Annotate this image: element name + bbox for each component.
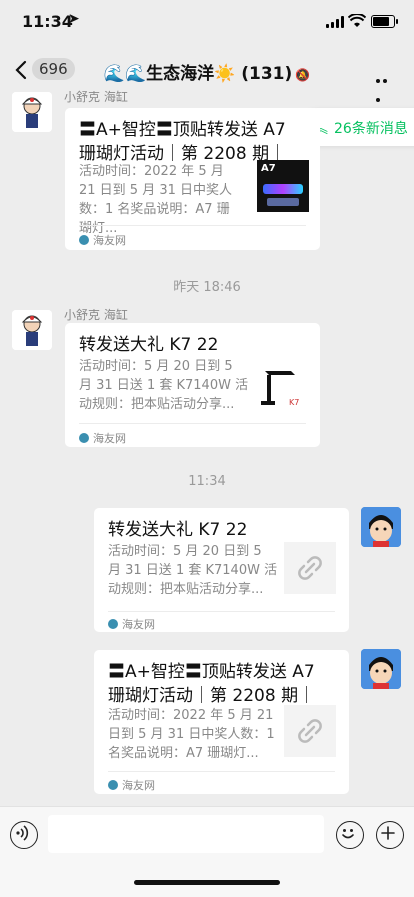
card-source: 海友网	[79, 232, 126, 248]
source-logo-icon	[79, 433, 89, 443]
card-description: 活动时间：5 月 20 日到 5 月 31 日送 1 套 K7140W 活动规则…	[79, 359, 249, 412]
source-logo-icon	[108, 619, 118, 629]
card-source: 海友网	[79, 430, 126, 446]
voice-icon[interactable]	[10, 821, 38, 849]
status-time: 11:34	[22, 12, 73, 31]
location-icon: ➤	[68, 11, 80, 27]
card-title: 转发送大礼 K7 22	[79, 335, 219, 355]
avatar[interactable]	[12, 92, 52, 132]
status-bar: 11:34 ➤	[0, 0, 414, 48]
plus-icon[interactable]	[376, 821, 404, 849]
card-title: 〓A+智控〓顶贴转发送 A7 珊瑚灯活动｜第 2208 期｜	[108, 662, 316, 706]
link-placeholder-icon	[284, 705, 336, 757]
link-card[interactable]: 〓A+智控〓顶贴转发送 A7 珊瑚灯活动｜第 2208 期｜ 活动时间：2022…	[94, 650, 349, 794]
source-logo-icon	[79, 235, 89, 245]
timestamp: 11:34	[188, 474, 226, 489]
card-description: 活动时间：2022 年 5 月 21 日到 5 月 31 日中奖人数：1 名奖品…	[79, 164, 233, 236]
mute-icon: 🔕	[295, 68, 311, 82]
link-card[interactable]: 转发送大礼 K7 22 活动时间：5 月 20 日到 5 月 31 日送 1 套…	[94, 508, 349, 632]
card-thumbnail: A7	[257, 160, 309, 212]
avatar[interactable]	[361, 507, 401, 547]
chat-header: 696 🌊🌊生态海洋☀️ (131) 🔕	[0, 48, 414, 102]
emoji-icon[interactable]	[336, 821, 364, 849]
group-name: 🌊🌊生态海洋☀️ (131)	[103, 64, 293, 84]
wifi-icon	[348, 14, 366, 27]
avatar[interactable]	[12, 310, 52, 350]
message-input[interactable]	[48, 815, 324, 853]
cellular-signal-icon	[326, 16, 344, 28]
source-logo-icon	[108, 780, 118, 790]
sender-name: 小舒克 海缸	[64, 90, 128, 104]
card-title: 〓A+智控〓顶贴转发送 A7 珊瑚灯活动｜第 2208 期｜	[79, 120, 287, 164]
card-title: 转发送大礼 K7 22	[108, 520, 248, 540]
card-source: 海友网	[108, 616, 155, 632]
timestamp: 昨天 18:46	[173, 280, 241, 295]
card-thumbnail: K7	[255, 363, 307, 415]
thumb-label: A7	[261, 163, 276, 174]
battery-icon	[371, 15, 398, 28]
chat-title: 🌊🌊生态海洋☀️ (131) 🔕	[0, 59, 414, 84]
svg-text:K7: K7	[289, 398, 299, 407]
card-source: 海友网	[108, 777, 155, 793]
link-card[interactable]: 〓A+智控〓顶贴转发送 A7 珊瑚灯活动｜第 2208 期｜ 活动时间：2022…	[65, 108, 320, 250]
more-icon[interactable]	[376, 68, 396, 102]
card-description: 活动时间：2022 年 5 月 21 日到 5 月 31 日中奖人数：1 名奖品…	[108, 708, 275, 761]
avatar[interactable]	[361, 649, 401, 689]
new-messages-label: 26条新消息	[334, 121, 408, 137]
link-card[interactable]: 转发送大礼 K7 22 活动时间：5 月 20 日到 5 月 31 日送 1 套…	[65, 323, 320, 447]
card-description: 活动时间：5 月 20 日到 5 月 31 日送 1 套 K7140W 活动规则…	[108, 544, 278, 597]
home-indicator[interactable]	[134, 880, 280, 885]
sender-name: 小舒克 海缸	[64, 308, 128, 322]
link-placeholder-icon	[284, 542, 336, 594]
